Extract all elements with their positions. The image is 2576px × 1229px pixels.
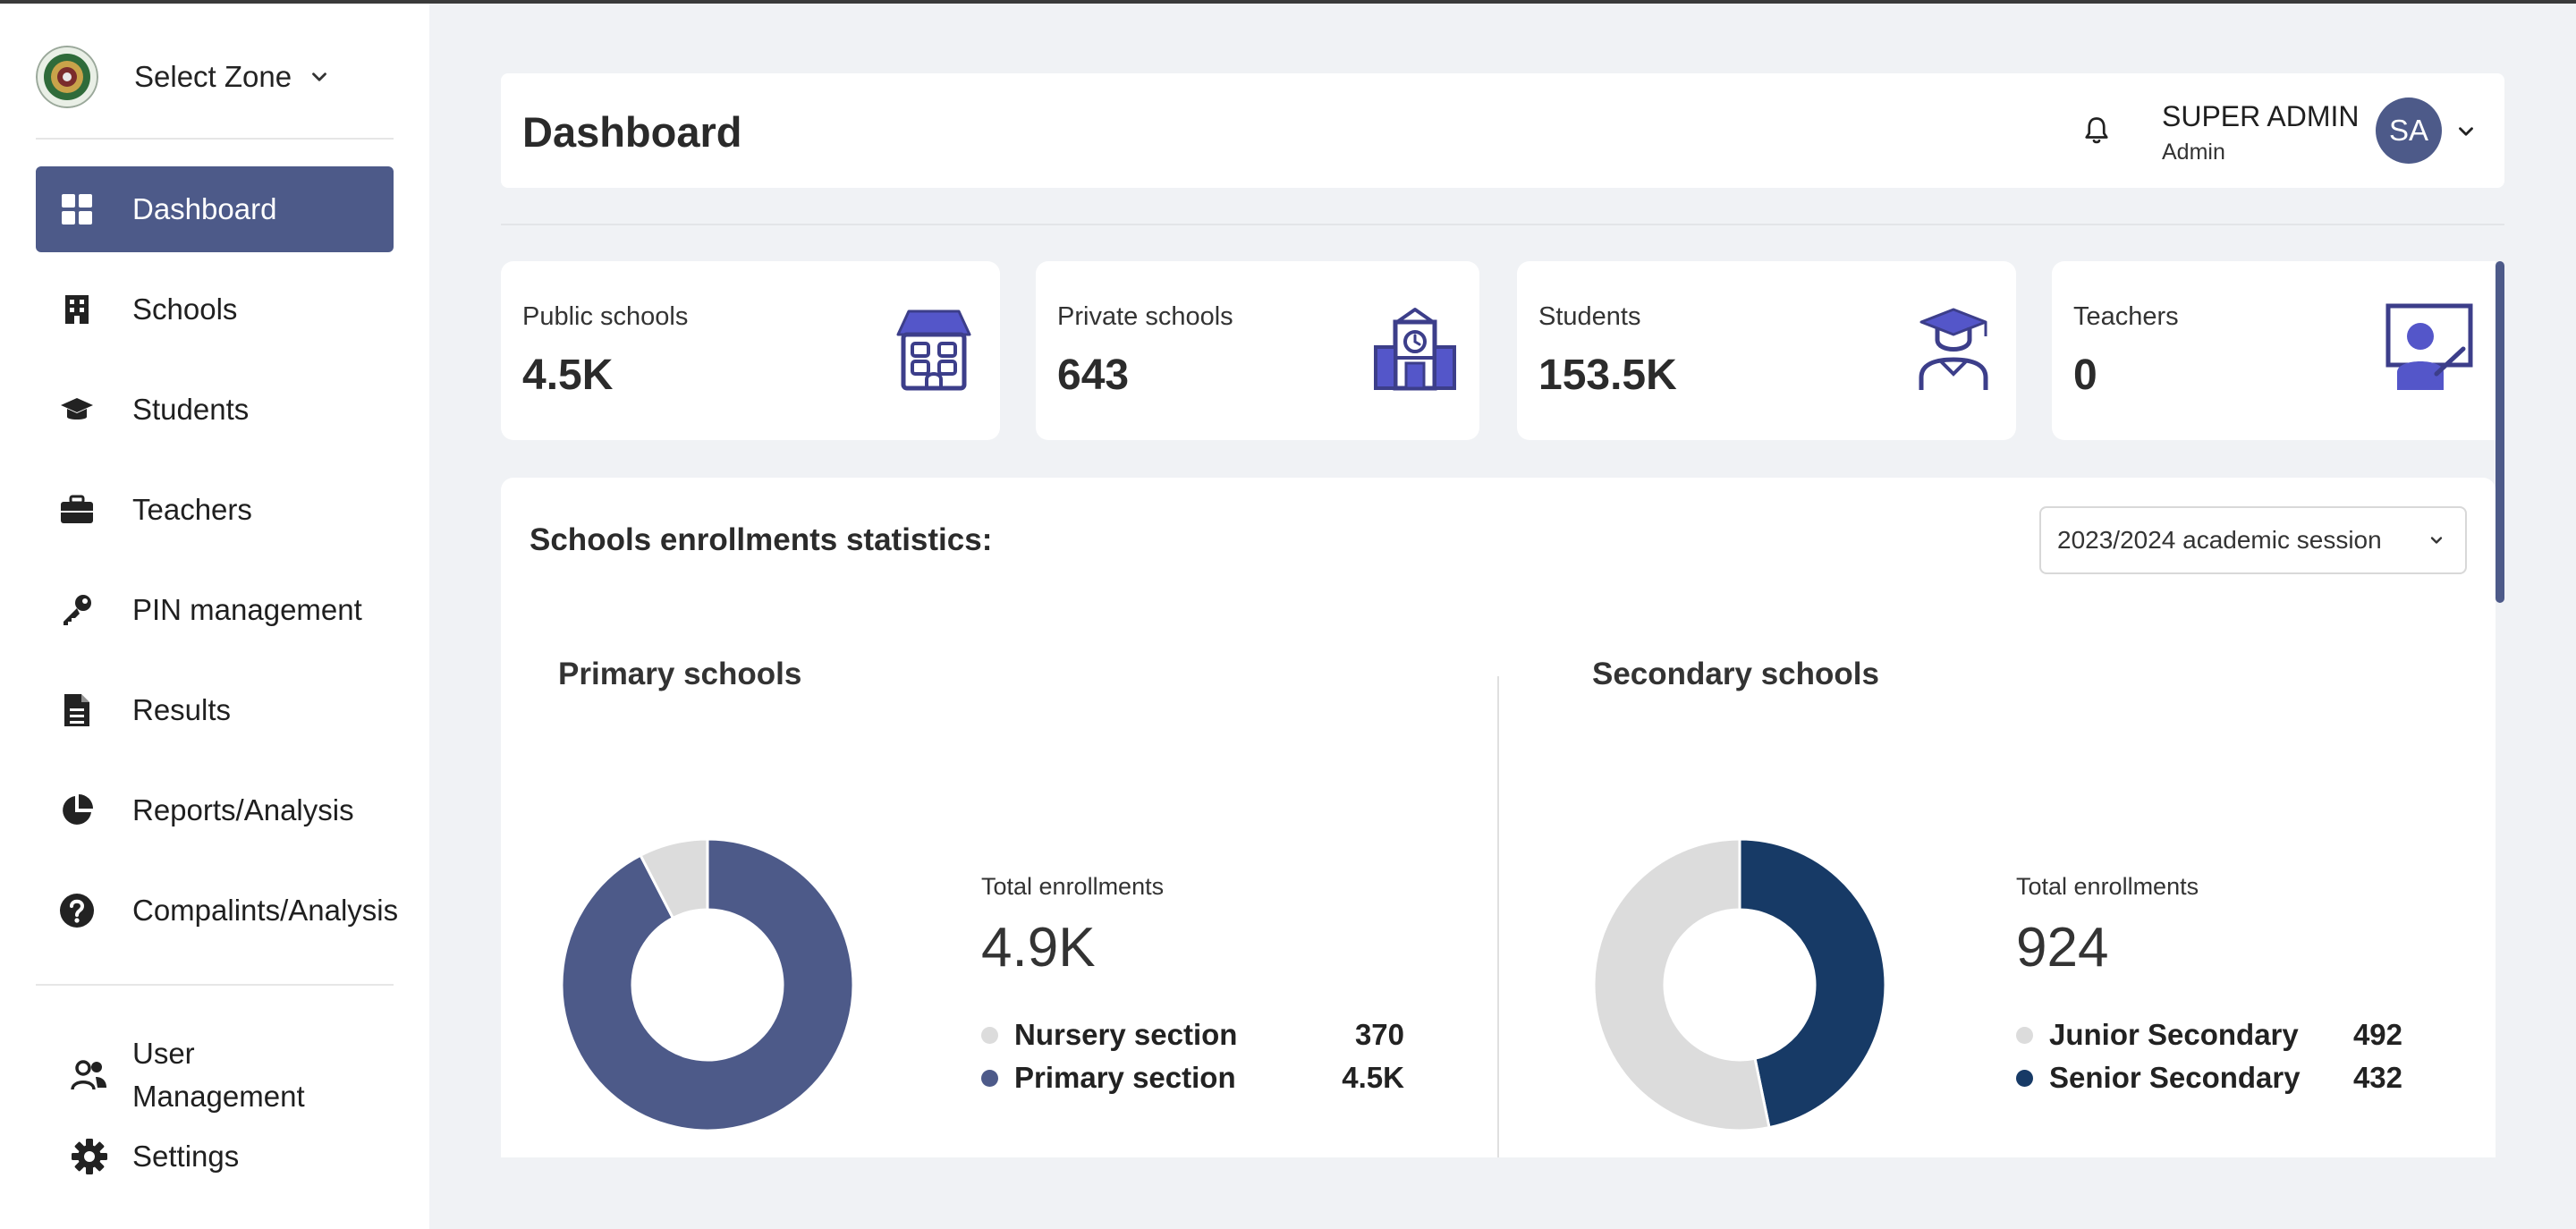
sidebar-item-reports[interactable]: Reports/Analysis — [36, 767, 394, 853]
clock-building-icon — [1374, 308, 1456, 391]
stat-card-private-schools: Private schools 643 — [1036, 261, 1479, 440]
sidebar-item-label: Results — [132, 693, 232, 726]
question-circle-icon — [59, 893, 95, 928]
sidebar-item-complaints[interactable]: Compalints/Analysis — [36, 868, 398, 954]
sidebar-item-settings[interactable]: Settings — [36, 1123, 394, 1190]
zone-selector[interactable]: Select Zone — [36, 43, 331, 111]
legend-item-junior-secondary: Junior Secondary — [2016, 1018, 2299, 1052]
legend-value: 4.5K — [1342, 1061, 1404, 1094]
sidebar-item-label: Settings — [132, 1140, 240, 1173]
session-select-value: 2023/2024 academic session — [2057, 526, 2382, 554]
user-management-line2: Management — [132, 1080, 305, 1113]
key-icon — [59, 592, 95, 628]
stat-value: 0 — [2073, 352, 2097, 399]
briefcase-icon — [59, 492, 95, 528]
users-icon — [70, 1055, 109, 1095]
sidebar-bottom-nav: User Management Settings — [36, 1030, 394, 1190]
scrollbar-thumb[interactable] — [2496, 261, 2504, 603]
enrollment-title: Schools enrollments statistics: — [530, 522, 993, 557]
house-icon — [896, 309, 971, 391]
header-divider — [501, 224, 2504, 225]
stat-card-teachers: Teachers 0 — [2052, 261, 2496, 440]
primary-total-label: Total enrollments — [981, 873, 1165, 900]
legend-label: Primary section — [1014, 1061, 1236, 1094]
sidebar-item-pin-management[interactable]: PIN management — [36, 567, 394, 653]
sidebar-item-label: Reports/Analysis — [132, 793, 354, 826]
legend-value: 492 — [2352, 1018, 2402, 1051]
user-name: SUPER ADMIN — [2162, 100, 2360, 132]
sidebar-divider — [36, 138, 394, 140]
sidebar-item-label: User Management — [132, 1032, 305, 1118]
legend-item-nursery: Nursery section — [981, 1018, 1237, 1052]
sidebar-divider — [36, 984, 394, 986]
user-management-line1: User — [132, 1037, 195, 1070]
zone-label: Select Zone — [134, 60, 292, 93]
stat-card-students: Students 153.5K — [1517, 261, 2016, 440]
sidebar-item-label: PIN management — [132, 593, 362, 626]
chevron-down-icon[interactable] — [2454, 120, 2478, 143]
page-title: Dashboard — [522, 108, 742, 156]
secondary-donut-chart — [1592, 837, 1887, 1132]
gear-icon — [70, 1137, 109, 1176]
stat-label: Public schools — [522, 302, 689, 331]
legend-label: Nursery section — [1014, 1018, 1238, 1051]
primary-donut-chart — [560, 837, 855, 1132]
sidebar-item-students[interactable]: Students — [36, 367, 394, 453]
stat-value: 643 — [1057, 352, 1130, 399]
stat-card-public-schools: Public schools 4.5K — [501, 261, 1000, 440]
chevron-down-icon — [2430, 537, 2443, 544]
teacher-board-icon — [2385, 303, 2473, 390]
sidebar-nav: Dashboard Schools Students Teachers PIN … — [36, 166, 398, 968]
sidebar-item-dashboard[interactable]: Dashboard — [36, 166, 394, 252]
legend-dot — [981, 1026, 998, 1044]
bell-icon[interactable] — [2080, 114, 2113, 147]
stat-label: Teachers — [2073, 302, 2179, 331]
primary-total-value: 4.9K — [981, 917, 1096, 979]
secondary-total-value: 924 — [2016, 917, 2109, 979]
sidebar-item-user-management[interactable]: User Management — [36, 1030, 394, 1120]
legend-dot — [981, 1069, 998, 1087]
graduate-icon — [1919, 308, 1988, 390]
grid-icon — [59, 191, 95, 227]
pie-chart-icon — [59, 792, 95, 828]
chevron-down-icon — [312, 72, 327, 81]
legend-value: 370 — [1354, 1018, 1404, 1051]
building-icon — [59, 292, 95, 327]
stat-value: 4.5K — [522, 352, 614, 399]
session-select[interactable]: 2023/2024 academic session — [2039, 506, 2467, 574]
legend-dot — [2016, 1069, 2033, 1087]
section-divider — [1497, 676, 1499, 1157]
legend-dot — [2016, 1026, 2033, 1044]
legend-item-senior-secondary: Senior Secondary — [2016, 1061, 2301, 1095]
secondary-schools-title: Secondary schools — [1592, 657, 1879, 691]
stat-value: 153.5K — [1538, 352, 1677, 399]
sidebar: Select Zone Dashboard Schools Students T… — [0, 4, 429, 1229]
sidebar-item-label: Teachers — [132, 493, 252, 526]
stat-label: Students — [1538, 302, 1641, 331]
sidebar-item-label: Students — [132, 393, 250, 426]
sidebar-item-label: Compalints/Analysis — [132, 894, 399, 927]
secondary-total-label: Total enrollments — [2016, 873, 2199, 900]
document-icon — [59, 692, 95, 728]
sidebar-item-schools[interactable]: Schools — [36, 267, 394, 352]
state-seal-logo — [36, 46, 98, 108]
avatar[interactable]: SA — [2376, 97, 2442, 164]
legend-value: 432 — [2352, 1061, 2402, 1094]
sidebar-item-results[interactable]: Results — [36, 667, 394, 753]
legend-item-primary: Primary section — [981, 1061, 1236, 1095]
stat-label: Private schools — [1057, 302, 1233, 331]
user-role: Admin — [2162, 140, 2225, 165]
sidebar-item-teachers[interactable]: Teachers — [36, 467, 394, 553]
enrollment-panel: Schools enrollments statistics: 2023/202… — [501, 478, 2496, 1157]
primary-schools-title: Primary schools — [558, 657, 802, 691]
page-header: Dashboard SUPER ADMIN Admin SA — [501, 73, 2504, 188]
sidebar-item-label: Dashboard — [132, 192, 277, 225]
graduation-cap-icon — [59, 392, 95, 428]
sidebar-item-label: Schools — [132, 292, 238, 326]
